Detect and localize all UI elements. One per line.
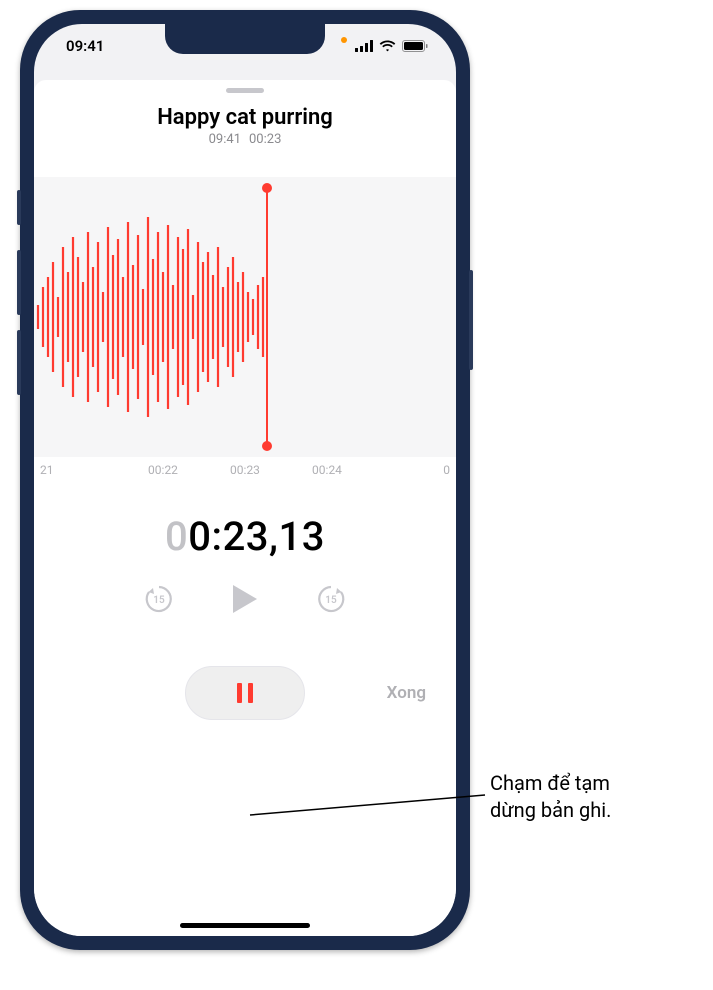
wifi-icon bbox=[379, 40, 396, 52]
playhead[interactable] bbox=[266, 187, 268, 447]
ruler-tick: 21 bbox=[40, 463, 122, 477]
svg-text:15: 15 bbox=[325, 595, 337, 606]
power-button bbox=[469, 270, 473, 370]
recording-sheet: Happy cat purring 09:4100:23 21 00:22 bbox=[34, 80, 456, 936]
status-time: 09:41 bbox=[66, 37, 104, 55]
play-button[interactable] bbox=[230, 582, 260, 620]
callout-line-2: dừng bản ghi. bbox=[490, 797, 611, 824]
callout-text: Chạm để tạm dừng bản ghi. bbox=[490, 770, 611, 824]
timer-main: 0:23,13 bbox=[188, 513, 325, 560]
cellular-icon bbox=[355, 40, 373, 52]
elapsed-timer: 00:23,13 bbox=[34, 513, 456, 560]
bottom-bar: Xong bbox=[34, 666, 456, 720]
pause-icon bbox=[237, 683, 253, 703]
ruler-tick: 00:23 bbox=[204, 463, 286, 477]
svg-text:15: 15 bbox=[153, 595, 165, 606]
time-ruler: 21 00:22 00:23 00:24 0 bbox=[34, 457, 456, 477]
phone-frame: 09:41 Happy cat purring 09:4100:23 bbox=[20, 10, 470, 950]
volume-up bbox=[17, 250, 21, 315]
mic-indicator-dot bbox=[341, 37, 347, 43]
skip-forward-15-button[interactable]: 15 bbox=[314, 582, 348, 620]
recording-duration: 00:23 bbox=[245, 132, 285, 147]
notch bbox=[165, 24, 325, 54]
done-button[interactable]: Xong bbox=[387, 683, 426, 703]
pause-button[interactable] bbox=[185, 666, 305, 720]
volume-down bbox=[17, 330, 21, 395]
status-right bbox=[341, 40, 428, 52]
recording-start-time: 09:41 bbox=[205, 132, 245, 147]
ruler-tick: 00:24 bbox=[286, 463, 368, 477]
playback-controls: 15 15 bbox=[34, 582, 456, 620]
skip-back-15-button[interactable]: 15 bbox=[142, 582, 176, 620]
recording-title[interactable]: Happy cat purring bbox=[34, 105, 456, 130]
ruler-tick: 00:22 bbox=[122, 463, 204, 477]
sheet-grabber[interactable] bbox=[226, 88, 264, 93]
ruler-tick: 0 bbox=[368, 463, 450, 477]
screen: 09:41 Happy cat purring 09:4100:23 bbox=[34, 24, 456, 936]
title-area: Happy cat purring 09:4100:23 bbox=[34, 105, 456, 147]
recording-meta: 09:4100:23 bbox=[34, 132, 456, 147]
battery-icon bbox=[402, 40, 428, 52]
timer-prefix: 0 bbox=[165, 513, 188, 560]
waveform bbox=[34, 177, 456, 457]
home-indicator[interactable] bbox=[180, 923, 310, 928]
callout-line-1: Chạm để tạm bbox=[490, 770, 611, 797]
waveform-area[interactable] bbox=[34, 177, 456, 457]
mute-switch bbox=[17, 190, 21, 225]
